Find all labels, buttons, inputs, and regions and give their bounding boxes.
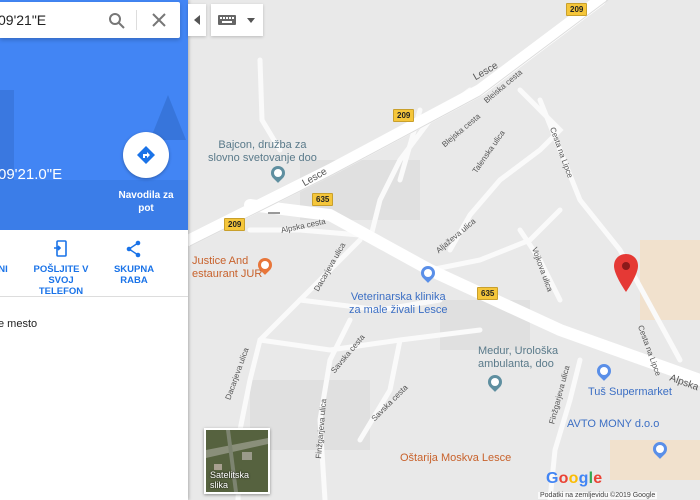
- chevron-down-icon: [247, 18, 255, 23]
- poi-ostarija[interactable]: Oštarija Moskva Lesce: [400, 452, 511, 465]
- share-icon: [126, 240, 141, 258]
- bookmark-icon: [0, 240, 12, 258]
- search-box: 09'21"E: [0, 2, 180, 38]
- poi-medur[interactable]: Medur, Urološka ambulanta, doo: [478, 345, 558, 371]
- road-shield: 209: [566, 3, 588, 16]
- chevron-left-icon: [194, 15, 200, 25]
- road-shield: 635: [477, 287, 499, 300]
- satellite-label: Satelitska slika: [210, 470, 250, 490]
- road-shield: 209: [224, 218, 246, 231]
- send-to-phone-action[interactable]: POŠLJITE V SVOJ TELEFON: [30, 240, 92, 297]
- map-copyright[interactable]: Podatki na zemljevidu ©2019 Google: [538, 492, 658, 499]
- poi-tus[interactable]: Tuš Supermarket: [588, 386, 672, 399]
- directions-label[interactable]: Navodila za pot: [110, 189, 182, 215]
- save-action[interactable]: NI: [0, 240, 14, 275]
- search-icon[interactable]: [108, 12, 126, 30]
- action-label: NI: [0, 264, 8, 275]
- action-label: SKUPNA RABA: [113, 264, 155, 286]
- poi-avto-mony[interactable]: AVTO MONY d.o.o: [567, 418, 659, 431]
- search-divider: [136, 10, 137, 30]
- road-shield: 209: [393, 109, 415, 122]
- poi-justice[interactable]: Justice And estaurant JUR: [192, 255, 262, 281]
- place-panel: 09'21.0"E Navodila za pot NI POŠLJITE V …: [0, 0, 188, 500]
- location-marker-icon[interactable]: [614, 254, 638, 292]
- close-icon[interactable]: [151, 12, 167, 28]
- search-input[interactable]: 09'21"E: [0, 12, 98, 28]
- road-shield: 635: [312, 193, 334, 206]
- collapse-panel-button[interactable]: [188, 4, 206, 36]
- coordinates-text: 09'21.0"E: [0, 166, 63, 183]
- share-action[interactable]: SKUPNA RABA: [100, 240, 168, 286]
- input-tools-button[interactable]: [211, 4, 263, 36]
- google-logo: Google: [546, 470, 603, 487]
- poi-bajcon[interactable]: Bajcon, družba za slovno svetovanje doo: [208, 139, 317, 165]
- keyboard-icon: [218, 15, 236, 25]
- phone-icon: [54, 240, 67, 257]
- action-label: POŠLJITE V SVOJ TELEFON: [33, 264, 89, 297]
- satellite-toggle[interactable]: Satelitska slika: [204, 428, 270, 494]
- directions-button[interactable]: [123, 132, 169, 178]
- directions-icon: [137, 146, 155, 164]
- place-note[interactable]: e mesto: [0, 318, 37, 330]
- action-bar: NI POŠLJITE V SVOJ TELEFON SKUPNA RABA: [0, 230, 188, 297]
- poi-veterinarska[interactable]: Veterinarska klinika za male živali Lesce: [349, 291, 447, 317]
